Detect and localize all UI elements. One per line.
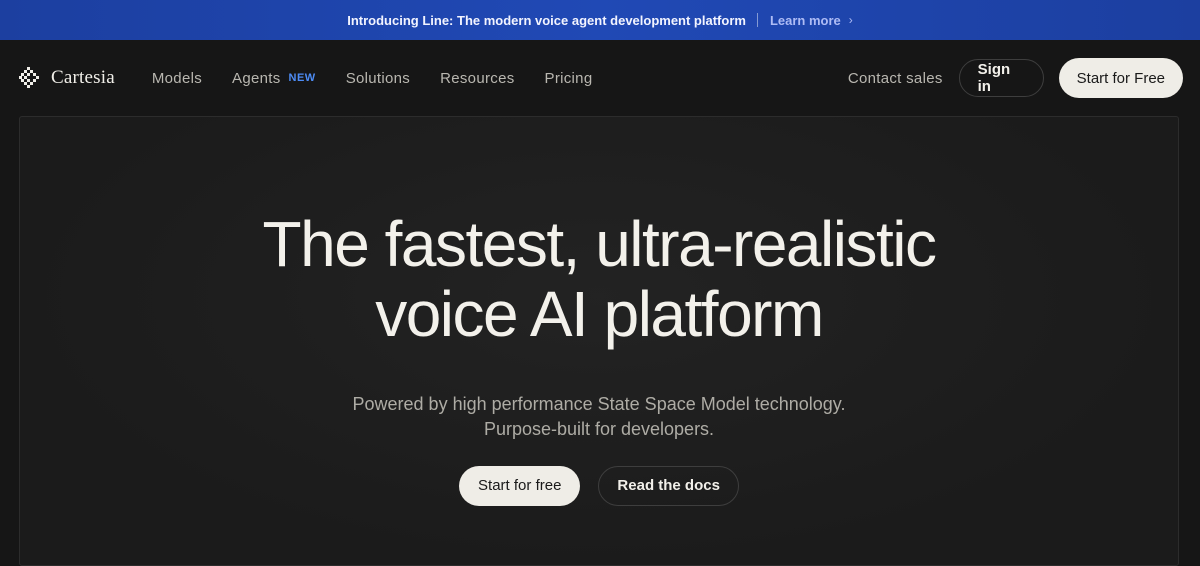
announcement-bar: Introducing Line: The modern voice agent… [0, 0, 1200, 40]
nav-item-pricing[interactable]: Pricing [545, 70, 593, 87]
nav-item-label: Resources [440, 69, 515, 87]
contact-sales-link[interactable]: Contact sales [848, 70, 943, 87]
read-docs-button[interactable]: Read the docs [598, 465, 739, 506]
hero-subtitle-line: Purpose-built for developers. [483, 418, 715, 439]
nav-item-label: Agents [232, 69, 281, 87]
sign-in-button[interactable]: Sign in [958, 59, 1044, 97]
top-nav: Cartesia Models Agents NEW Solutions Res… [0, 40, 1200, 116]
hero-title-line: voice AI platform [375, 278, 824, 350]
learn-more-link[interactable]: Learn more › [770, 13, 853, 28]
hero-actions: Start for free Read the docs [20, 465, 1178, 506]
hero-title-line: The fastest, ultra-realistic [262, 208, 937, 280]
announcement-divider [756, 13, 758, 27]
hero-subtitle: Powered by high performance State Space … [20, 392, 1178, 442]
announcement-text: Introducing Line: The modern voice agent… [347, 12, 746, 28]
nav-item-resources[interactable]: Resources [440, 70, 514, 87]
nav-item-label: Solutions [345, 69, 411, 87]
start-for-free-button[interactable]: Start for Free [1058, 58, 1183, 98]
nav-item-solutions[interactable]: Solutions [346, 70, 410, 87]
nav-actions: Contact sales Sign in Start for Free [848, 58, 1183, 98]
nav-item-agents[interactable]: Agents NEW [232, 70, 316, 87]
main-menu: Models Agents NEW Solutions Resources Pr… [152, 70, 623, 87]
cartesia-logo-icon [19, 67, 39, 88]
logo[interactable]: Cartesia [19, 67, 115, 89]
new-badge: NEW [288, 72, 316, 84]
hero-start-free-button[interactable]: Start for free [459, 465, 581, 506]
nav-item-label: Models [151, 69, 203, 87]
hero-subtitle-line: Powered by high performance State Space … [352, 393, 846, 414]
nav-item-label: Pricing [544, 69, 593, 87]
nav-item-models[interactable]: Models [152, 70, 202, 87]
hero-title: The fastest, ultra-realistic voice AI pl… [20, 209, 1178, 349]
hero-section: The fastest, ultra-realistic voice AI pl… [19, 116, 1179, 566]
logo-text: Cartesia [51, 67, 115, 88]
learn-more-label: Learn more [769, 12, 841, 28]
chevron-right-icon: › [848, 13, 853, 27]
